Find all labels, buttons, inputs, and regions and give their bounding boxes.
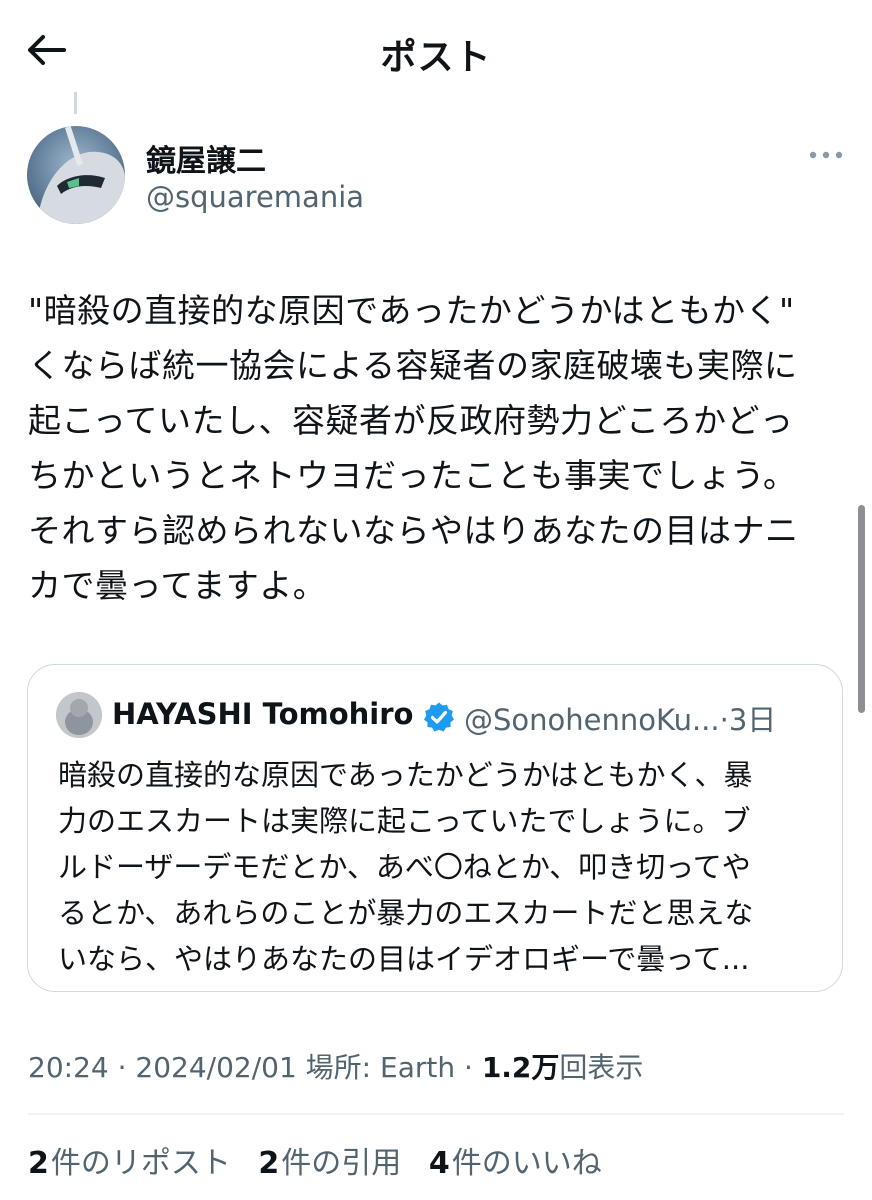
post-text-line: カで曇ってますよ。 [28,566,327,605]
reposts-stat[interactable]: 2件のリポスト [28,1138,231,1182]
quotes-count: 2 [258,1146,280,1181]
quoted-post-text: 暗殺の直接的な原因であったかどうかはともかく、暴 力のエスカートは実際に起こって… [58,752,828,982]
author-handle[interactable]: @squaremania [146,180,364,214]
quoted-text-line: 力のエスカートは実際に起こっていたでしょうに。ブ [58,804,751,838]
likes-stat[interactable]: 4件のいいね [429,1138,602,1182]
quoted-text-line: いなら、やはりあなたの目はイデオロギーで曇って... [58,942,750,976]
avatar-image [27,126,125,224]
scrollbar[interactable] [858,505,865,713]
quotes-stat[interactable]: 2件の引用 [258,1138,401,1182]
more-options-button[interactable] [804,138,848,172]
likes-count: 4 [428,1146,450,1181]
more-horizontal-icon [809,151,843,159]
post-metadata: 20:24 · 2024/02/01 場所: Earth · 1.2万回表示 [28,1046,643,1086]
post-text-line: くならば統一協会による容疑者の家庭破壊も実際に [28,346,798,385]
author-name[interactable]: 鏡屋譲二 [146,136,266,180]
engagement-stats: 2件のリポスト 2件の引用 4件のいいね [28,1138,620,1182]
views-count: 1.2万 [481,1051,560,1084]
author-avatar[interactable] [27,126,125,224]
post-text: "暗殺の直接的な原因であったかどうかはともかく" くならば統一協会による容疑者の… [28,283,858,613]
verified-badge-icon [424,702,454,732]
quoted-author-avatar [56,692,102,738]
quoted-text-line: るとか、あれらのことが暴力のエスカートだと思えな [58,896,754,930]
quoted-text-line: ルドーザーデモだとか、あべ〇ねとか、叩き切ってや [58,850,751,884]
post-text-line: それすら認められないならやはりあなたの目はナニ [28,511,799,550]
quoted-text-line: 暗殺の直接的な原因であったかどうかはともかく、暴 [58,758,753,792]
likes-label: 件のいいね [451,1146,602,1181]
divider [28,1113,844,1115]
reposts-label: 件のリポスト [50,1146,231,1181]
avatar-image [56,692,102,738]
quoted-author-handle-time: @SonohennoKu...·3日 [464,703,777,737]
views-label: 回表示 [559,1051,644,1084]
thread-connector [74,92,77,114]
quoted-post-card[interactable]: HAYASHI Tomohiro @SonohennoKu...·3日 暗殺の直… [27,664,843,992]
page-title: ポスト [380,37,492,78]
top-bar: ポスト [0,0,872,100]
post-detail-page: ポスト 鏡屋譲二 @squaremania "暗殺の直接的な原因であったかどうか… [0,0,872,1200]
reposts-count: 2 [28,1146,49,1181]
post-timestamp-location[interactable]: 20:24 · 2024/02/01 場所: Earth · [28,1051,482,1084]
post-text-line: "暗殺の直接的な原因であったかどうかはともかく" [28,291,795,330]
post-text-line: ちかというとネトウヨだったことも事実でしょう。 [28,456,797,495]
quoted-author-name: HAYASHI Tomohiro [112,697,414,731]
post-text-line: 起こっていたし、容疑者が反政府勢力どころかどっ [28,401,794,440]
quotes-label: 件の引用 [281,1146,402,1181]
